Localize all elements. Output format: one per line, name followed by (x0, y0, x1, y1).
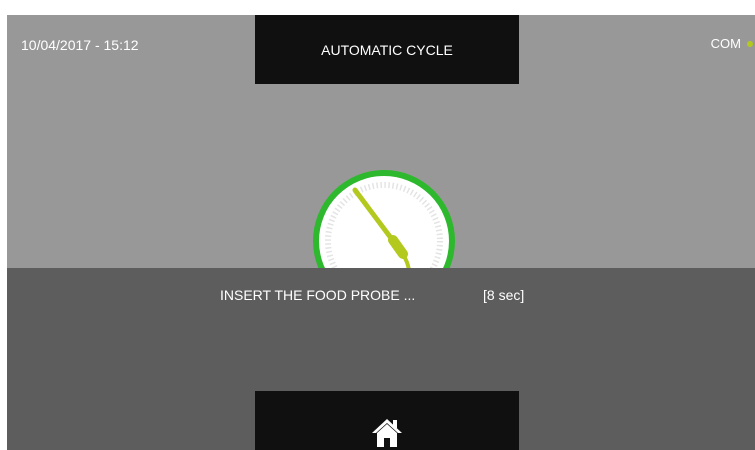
datetime-display: 10/04/2017 - 15:12 (21, 37, 139, 53)
home-button[interactable] (255, 391, 519, 450)
com-label: COM (710, 36, 741, 51)
com-indicator-dot (747, 40, 753, 47)
home-icon (372, 419, 402, 447)
com-status: COM (711, 36, 755, 51)
cycle-title-box: AUTOMATIC CYCLE (255, 15, 519, 84)
cycle-title: AUTOMATIC CYCLE (321, 41, 453, 58)
countdown-timer: [8 sec] (483, 287, 525, 303)
oven-screen: 10/04/2017 - 15:12 AUTOMATIC CYCLE COM I… (7, 15, 755, 450)
probe-message: INSERT THE FOOD PROBE ... (220, 287, 416, 303)
